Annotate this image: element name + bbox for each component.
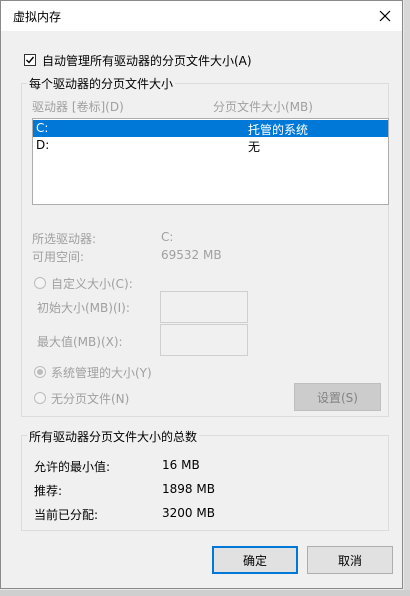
cancel-button[interactable]: 取消 [307, 546, 393, 574]
free-space-value: 69532 MB [161, 248, 222, 262]
system-managed-radio[interactable] [34, 366, 46, 378]
selected-drive-label: 所选驱动器: [32, 232, 97, 246]
drives-group-title: 每个驱动器的分页文件大小 [27, 75, 176, 92]
title-bar: 虚拟内存 [1, 1, 402, 31]
totals-group-title: 所有驱动器分页文件大小的总数 [27, 428, 200, 445]
drive-list[interactable]: C: 托管的系统 D: 无 [32, 118, 389, 205]
close-button[interactable] [373, 4, 397, 28]
drive-cell: C: [36, 121, 49, 135]
no-paging-radio[interactable] [34, 392, 46, 404]
min-allowed-label: 允许的最小值: [34, 460, 111, 474]
window-title: 虚拟内存 [13, 10, 62, 24]
custom-size-radio[interactable] [34, 277, 46, 289]
background-window-edge-bottom [0, 590, 410, 596]
max-size-label: 最大值(MB)(X): [37, 335, 123, 349]
size-cell: 无 [248, 140, 261, 154]
ok-button[interactable]: 确定 [212, 546, 298, 574]
auto-manage-checkbox[interactable] [24, 54, 36, 66]
system-managed-label[interactable]: 系统管理的大小(Y) [51, 364, 152, 381]
min-allowed-value: 16 MB [162, 458, 200, 472]
set-button[interactable]: 设置(S) [294, 383, 381, 411]
custom-size-label[interactable]: 自定义大小(C): [51, 275, 133, 292]
col-header-size: 分页文件大小(MB) [213, 100, 313, 114]
checkmark-icon [26, 56, 35, 64]
no-paging-label[interactable]: 无分页文件(N) [51, 390, 129, 407]
auto-manage-label[interactable]: 自动管理所有驱动器的分页文件大小(A) [42, 52, 252, 69]
selected-drive-value: C: [161, 230, 174, 244]
recommended-value: 1898 MB [162, 482, 215, 496]
initial-size-input[interactable] [160, 291, 248, 323]
allocated-value: 3200 MB [162, 506, 215, 520]
initial-size-label: 初始大小(MB)(I): [37, 301, 130, 315]
close-icon [379, 10, 391, 22]
col-header-drive: 驱动器 [卷标](D) [32, 100, 124, 114]
free-space-label: 可用空间: [32, 250, 85, 264]
size-cell: 托管的系统 [248, 123, 309, 137]
allocated-label: 当前已分配: [34, 508, 99, 522]
virtual-memory-dialog: 虚拟内存 自动管理所有驱动器的分页文件大小(A) 每个驱动器的分页文件大小 驱动… [0, 0, 403, 589]
drive-row-d[interactable]: D: 无 [33, 137, 388, 154]
max-size-input[interactable] [160, 324, 248, 356]
background-window-edge [404, 0, 410, 596]
recommended-label: 推荐: [34, 484, 63, 498]
drive-cell: D: [36, 138, 50, 152]
drive-row-c[interactable]: C: 托管的系统 [33, 120, 388, 137]
